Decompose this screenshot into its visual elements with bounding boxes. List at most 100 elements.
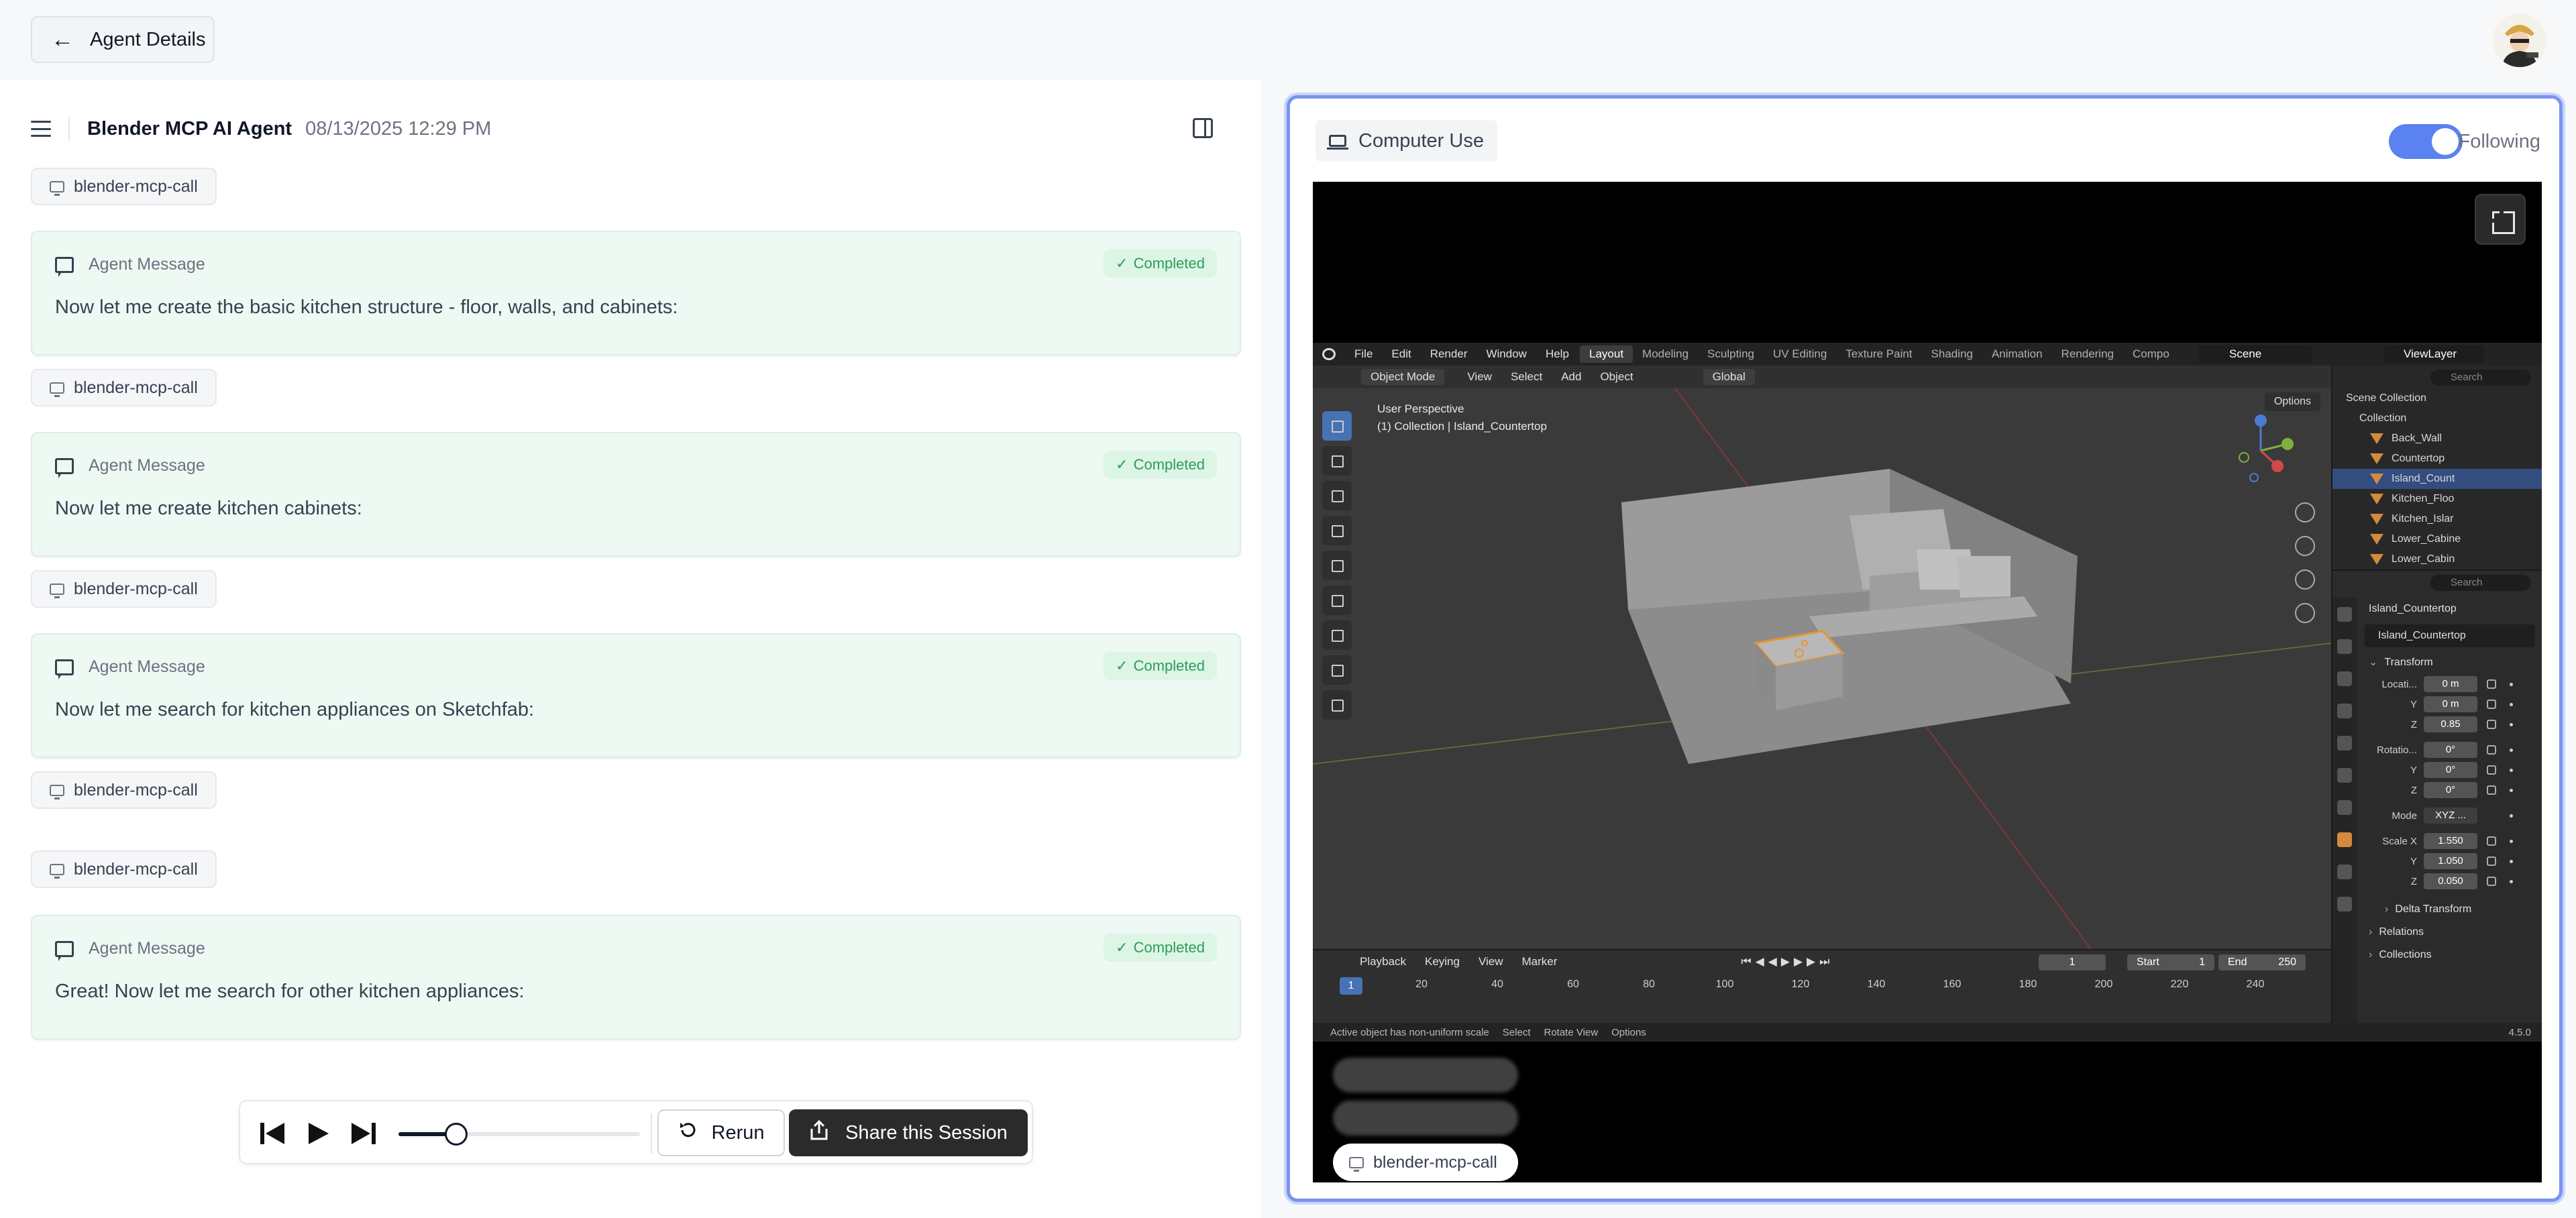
tool-call-chip[interactable]: blender-mcp-call	[31, 369, 217, 406]
tool-call-chip[interactable]: blender-mcp-call	[31, 771, 217, 809]
zoom-icon[interactable]	[2295, 502, 2315, 522]
measure-tool-icon[interactable]	[1322, 655, 1352, 685]
properties-search[interactable]: Search	[2430, 575, 2531, 591]
relations-section[interactable]: › Relations	[2365, 921, 2535, 944]
world-tab-icon[interactable]	[2337, 768, 2352, 783]
transform-tool-icon[interactable]	[1322, 586, 1352, 615]
menu-render[interactable]: Render	[1421, 347, 1477, 361]
location-y-field[interactable]: 0 m	[2424, 696, 2477, 712]
outliner-row[interactable]: Kitchen_Islar	[2332, 509, 2542, 529]
3d-viewport[interactable]: User Perspective (1) Collection | Island…	[1313, 388, 2331, 949]
timeline-keying-menu[interactable]: Keying	[1415, 955, 1469, 968]
step-forward-icon[interactable]	[350, 1121, 377, 1150]
scale-tool-icon[interactable]	[1322, 551, 1352, 580]
rotation-y-field[interactable]: 0°	[2424, 762, 2477, 778]
object-name-field[interactable]: Island_Countertop	[2365, 624, 2535, 647]
current-frame-marker[interactable]: 1	[1340, 977, 1362, 995]
timeline-marker-menu[interactable]: Marker	[1513, 955, 1567, 968]
outliner-row[interactable]: Countertop	[2332, 449, 2542, 469]
annotate-tool-icon[interactable]	[1322, 620, 1352, 650]
tool-call-chip[interactable]: blender-mcp-call	[31, 168, 217, 205]
tool-call-chip[interactable]: blender-mcp-call	[31, 850, 217, 888]
progress-slider[interactable]	[398, 1123, 640, 1146]
scale-z-field[interactable]: 0.050	[2424, 873, 2477, 889]
delta-transform-section[interactable]: › Delta Transform	[2365, 898, 2535, 921]
cursor-tool-icon[interactable]	[1322, 446, 1352, 476]
location-z-field[interactable]: 0.85	[2424, 716, 2477, 732]
scene-tab-icon[interactable]	[2337, 736, 2352, 751]
outliner-row-selected[interactable]: Island_Count	[2332, 469, 2542, 489]
timeline-playback-menu[interactable]: Playback	[1350, 955, 1415, 968]
output-tab-icon[interactable]	[2337, 671, 2352, 686]
object-tab-icon[interactable]	[2337, 832, 2352, 847]
add-cube-tool-icon[interactable]	[1322, 690, 1352, 720]
rotation-z-field[interactable]: 0°	[2424, 782, 2477, 798]
scale-x-field[interactable]: 1.550	[2424, 833, 2477, 849]
vp-menu-object[interactable]: Object	[1591, 370, 1642, 384]
outliner-row[interactable]: Kitchen_Floo	[2332, 489, 2542, 509]
computer-use-tab[interactable]: Computer Use	[1316, 120, 1497, 162]
current-frame-field[interactable]: 1	[2039, 954, 2106, 971]
menu-help[interactable]: Help	[1536, 347, 1578, 361]
vp-menu-view[interactable]: View	[1458, 370, 1501, 384]
render-tab-icon[interactable]	[2337, 639, 2352, 654]
timeline-view-menu[interactable]: View	[1469, 955, 1513, 968]
menu-edit[interactable]: Edit	[1382, 347, 1420, 361]
progress-handle[interactable]	[445, 1123, 468, 1146]
tab-texture-paint[interactable]: Texture Paint	[1836, 345, 1921, 363]
navigation-gizmo-icon[interactable]	[2217, 407, 2304, 494]
tab-rendering[interactable]: Rendering	[2052, 345, 2123, 363]
tab-sculpting[interactable]: Sculpting	[1698, 345, 1764, 363]
outliner-row[interactable]: Lower_Cabin	[2332, 549, 2542, 569]
physics-tab-icon[interactable]	[2337, 897, 2352, 911]
vp-menu-add[interactable]: Add	[1552, 370, 1591, 384]
outliner-search[interactable]: Search	[2430, 370, 2531, 386]
location-x-field[interactable]: 0 m	[2424, 676, 2477, 692]
rotation-mode-dropdown[interactable]: XYZ ...	[2424, 808, 2477, 824]
view-layer-selector[interactable]: ViewLayer	[2383, 345, 2484, 363]
grid-view-icon[interactable]	[2295, 603, 2315, 623]
tool-tab-icon[interactable]	[2337, 607, 2352, 622]
play-icon[interactable]	[306, 1121, 330, 1150]
vp-menu-select[interactable]: Select	[1501, 370, 1552, 384]
move-tool-icon[interactable]	[1322, 481, 1352, 510]
rerun-button[interactable]: Rerun	[657, 1109, 785, 1156]
share-session-button[interactable]: Share this Session	[789, 1109, 1028, 1156]
timeline-ruler[interactable]: 1 20 40 60 80 100 120 140 160 180 200 22…	[1313, 976, 2331, 995]
tab-compositing[interactable]: Compo	[2123, 345, 2179, 363]
outliner-row[interactable]: Lower_Cabine	[2332, 529, 2542, 549]
modifier-tab-icon[interactable]	[2337, 865, 2352, 879]
menu-file[interactable]: File	[1345, 347, 1382, 361]
tab-animation[interactable]: Animation	[1982, 345, 2052, 363]
orientation-dropdown[interactable]: Global	[1703, 369, 1755, 385]
end-frame-field[interactable]: End 250	[2218, 954, 2306, 971]
step-back-icon[interactable]	[259, 1121, 286, 1150]
outliner-row[interactable]: Back_Wall	[2332, 429, 2542, 449]
menu-window[interactable]: Window	[1477, 347, 1536, 361]
panel-toggle-icon[interactable]	[1193, 118, 1213, 138]
outliner-row[interactable]: Scene Collection	[2332, 388, 2542, 408]
mode-dropdown[interactable]: Object Mode	[1361, 369, 1445, 385]
fullscreen-icon[interactable]	[2475, 194, 2526, 245]
tab-modeling[interactable]: Modeling	[1633, 345, 1698, 363]
screen-tool-call-chip[interactable]: blender-mcp-call	[1333, 1144, 1518, 1181]
select-tool-icon[interactable]	[1322, 411, 1352, 441]
view-layer-tab-icon[interactable]	[2337, 704, 2352, 718]
start-frame-field[interactable]: Start 1	[2127, 954, 2214, 971]
pan-hand-icon[interactable]	[2295, 536, 2315, 556]
following-toggle[interactable]	[2389, 124, 2463, 159]
user-avatar[interactable]	[2493, 13, 2546, 67]
rotation-x-field[interactable]: 0°	[2424, 742, 2477, 758]
transform-section[interactable]: ⌄ Transform	[2365, 651, 2535, 674]
tab-uv-editing[interactable]: UV Editing	[1764, 345, 1836, 363]
camera-icon[interactable]	[2295, 569, 2315, 590]
collection-tab-icon[interactable]	[2337, 800, 2352, 815]
playback-buttons-icon[interactable]: ⏮◀◀▶▶▶⏭	[1741, 955, 1833, 968]
back-button[interactable]: ← Agent Details	[31, 16, 215, 63]
scale-y-field[interactable]: 1.050	[2424, 853, 2477, 869]
rotate-tool-icon[interactable]	[1322, 516, 1352, 545]
tab-shading[interactable]: Shading	[1922, 345, 1982, 363]
scene-selector[interactable]: Scene	[2198, 345, 2312, 363]
menu-icon[interactable]	[31, 121, 51, 137]
tab-layout[interactable]: Layout	[1580, 345, 1633, 363]
